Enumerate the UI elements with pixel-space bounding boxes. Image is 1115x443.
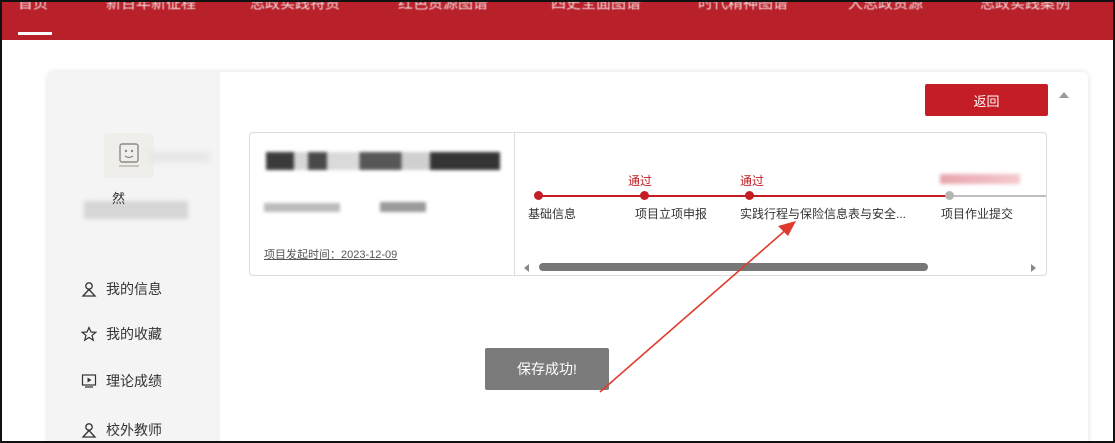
sidebar-item-scores[interactable]: 理论成绩 bbox=[80, 370, 162, 392]
top-nav: 首页 新百年新征程 思政实践特资 红色资源图谱 四史全面图谱 时代精神图谱 大思… bbox=[0, 0, 1115, 40]
project-start-date[interactable]: 项目发起时间：2023-12-09 bbox=[264, 246, 397, 262]
step-label: 基础信息 bbox=[528, 207, 577, 221]
play-icon bbox=[80, 372, 98, 390]
step-label: 实践行程与保险信息表与安全... bbox=[740, 207, 907, 221]
username: 然 bbox=[112, 191, 126, 206]
nav-item-4[interactable]: 红色资源图谱 bbox=[398, 0, 488, 22]
step-status: 通过 bbox=[740, 174, 765, 188]
scrollbar-thumb[interactable] bbox=[539, 263, 928, 271]
sidebar-item-favorites[interactable]: 我的收藏 bbox=[80, 323, 162, 345]
star-icon bbox=[80, 325, 98, 343]
nav-item-3[interactable]: 思政实践特资 bbox=[250, 0, 340, 22]
avatar-blur-mask bbox=[148, 152, 210, 162]
scroll-right-icon[interactable] bbox=[1031, 264, 1036, 272]
sidebar-item-label: 理论成绩 bbox=[106, 373, 162, 389]
user-icon bbox=[80, 280, 98, 298]
nav-active-indicator bbox=[18, 32, 52, 35]
nav-item-home[interactable]: 首页 bbox=[18, 0, 48, 22]
nav-item-2[interactable]: 新百年新征程 bbox=[106, 0, 196, 22]
sidebar-item-my-info[interactable]: 我的信息 bbox=[80, 278, 162, 300]
step-dot bbox=[640, 191, 649, 200]
sidebar-item-label: 我的信息 bbox=[106, 281, 162, 297]
nav-item-5[interactable]: 四史全面图谱 bbox=[551, 0, 641, 22]
project-info-mask bbox=[264, 203, 340, 212]
progress-track bbox=[539, 195, 949, 197]
step-status-mask bbox=[940, 174, 1020, 184]
step-dot bbox=[945, 191, 954, 200]
user-icon bbox=[80, 421, 98, 439]
nav-item-6[interactable]: 时代精神图谱 bbox=[698, 0, 788, 22]
avatar-icon bbox=[119, 142, 139, 167]
step-dot bbox=[745, 191, 754, 200]
step-label: 项目立项申报 bbox=[635, 207, 708, 221]
step-dot bbox=[534, 191, 543, 200]
nav-item-7[interactable]: 大思政资源 bbox=[848, 0, 923, 22]
back-button[interactable]: 返回 bbox=[925, 84, 1048, 116]
project-title-mask bbox=[266, 152, 500, 170]
scroll-up-arrow[interactable] bbox=[1059, 92, 1069, 98]
progress-track-pending bbox=[949, 195, 1046, 197]
sidebar-item-label: 我的收藏 bbox=[106, 326, 162, 342]
step-status: 通过 bbox=[628, 174, 653, 188]
sidebar-item-teachers[interactable]: 校外教师 bbox=[80, 419, 162, 441]
step-label: 项目作业提交 bbox=[941, 207, 1014, 221]
scroll-left-icon[interactable] bbox=[524, 264, 529, 272]
nav-item-8[interactable]: 思政实践案例 bbox=[980, 0, 1070, 22]
sidebar-item-label: 校外教师 bbox=[106, 422, 162, 438]
avatar[interactable] bbox=[104, 133, 154, 178]
project-info-mask bbox=[380, 202, 426, 212]
username-mask bbox=[84, 201, 188, 219]
save-success-toast: 保存成功! bbox=[485, 348, 609, 390]
